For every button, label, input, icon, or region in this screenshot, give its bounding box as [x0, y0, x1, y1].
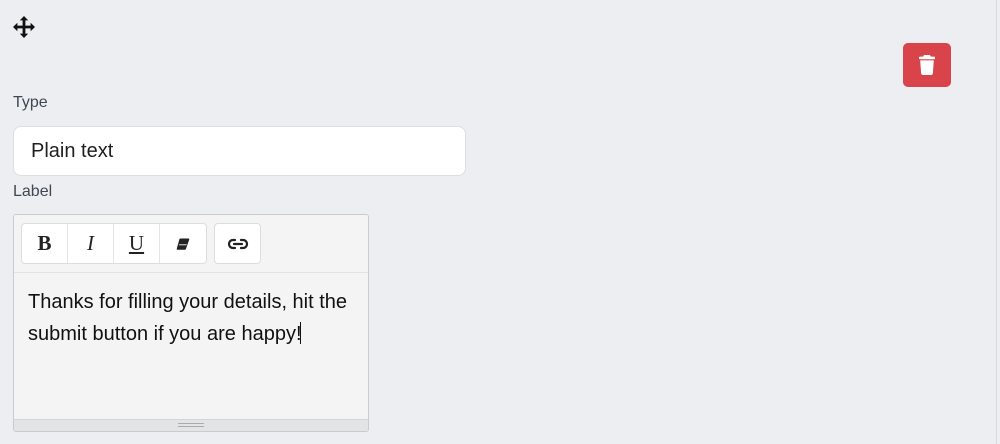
type-label: Type — [13, 94, 48, 111]
type-select[interactable]: Plain text — [13, 126, 466, 176]
delete-button[interactable] — [903, 43, 951, 87]
trash-icon — [919, 55, 935, 75]
move-icon[interactable] — [12, 15, 36, 39]
italic-button[interactable]: I — [68, 224, 114, 263]
link-button[interactable] — [215, 224, 260, 263]
label-rich-text-editor: B I U Thanks for filling your details, h… — [13, 214, 369, 432]
bold-button[interactable]: B — [22, 224, 68, 263]
editor-toolbar: B I U — [14, 215, 368, 273]
text-caret — [299, 322, 301, 344]
form-field-panel: Type Plain text Label B I U Thanks for f… — [0, 0, 997, 444]
clear-formatting-button[interactable] — [160, 224, 206, 263]
eraser-icon — [176, 238, 190, 250]
underline-button[interactable]: U — [114, 224, 160, 263]
editor-resize-handle[interactable] — [14, 419, 368, 431]
grip-icon — [178, 423, 204, 427]
link-icon — [227, 238, 248, 249]
editor-content-area[interactable]: Thanks for filling your details, hit the… — [14, 273, 368, 419]
format-button-group: B I U — [21, 223, 207, 264]
label-label: Label — [13, 183, 53, 200]
link-button-group — [214, 223, 261, 264]
